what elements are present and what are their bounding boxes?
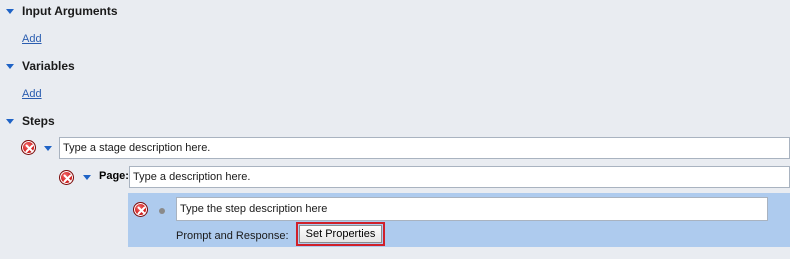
step-error-icon	[133, 202, 148, 217]
variables-title: Variables	[22, 59, 75, 73]
page-description-input[interactable]: Type a description here.	[129, 166, 790, 188]
stage-description-input[interactable]: Type a stage description here.	[59, 137, 790, 159]
set-properties-button[interactable]: Set Properties	[299, 225, 382, 243]
variables-header[interactable]: Variables	[0, 57, 790, 77]
stage-error-icon	[21, 140, 36, 155]
bullet-icon	[159, 208, 165, 214]
chevron-down-icon[interactable]	[6, 9, 14, 14]
add-variable-link[interactable]: Add	[22, 87, 42, 101]
steps-header[interactable]: Steps	[0, 112, 790, 132]
chevron-down-icon[interactable]	[44, 146, 52, 151]
add-input-argument-link[interactable]: Add	[22, 32, 42, 46]
set-properties-highlight: Set Properties	[296, 222, 385, 246]
step-description-input[interactable]: Type the step description here	[176, 197, 768, 221]
input-arguments-title: Input Arguments	[22, 4, 118, 18]
chevron-down-icon[interactable]	[6, 119, 14, 124]
chevron-down-icon[interactable]	[6, 64, 14, 69]
chevron-down-icon[interactable]	[83, 175, 91, 180]
prompt-and-response-label: Prompt and Response:	[176, 230, 289, 242]
page-error-icon	[59, 170, 74, 185]
steps-title: Steps	[22, 114, 55, 128]
input-arguments-header[interactable]: Input Arguments	[0, 2, 790, 22]
page-label: Page:	[99, 170, 129, 182]
